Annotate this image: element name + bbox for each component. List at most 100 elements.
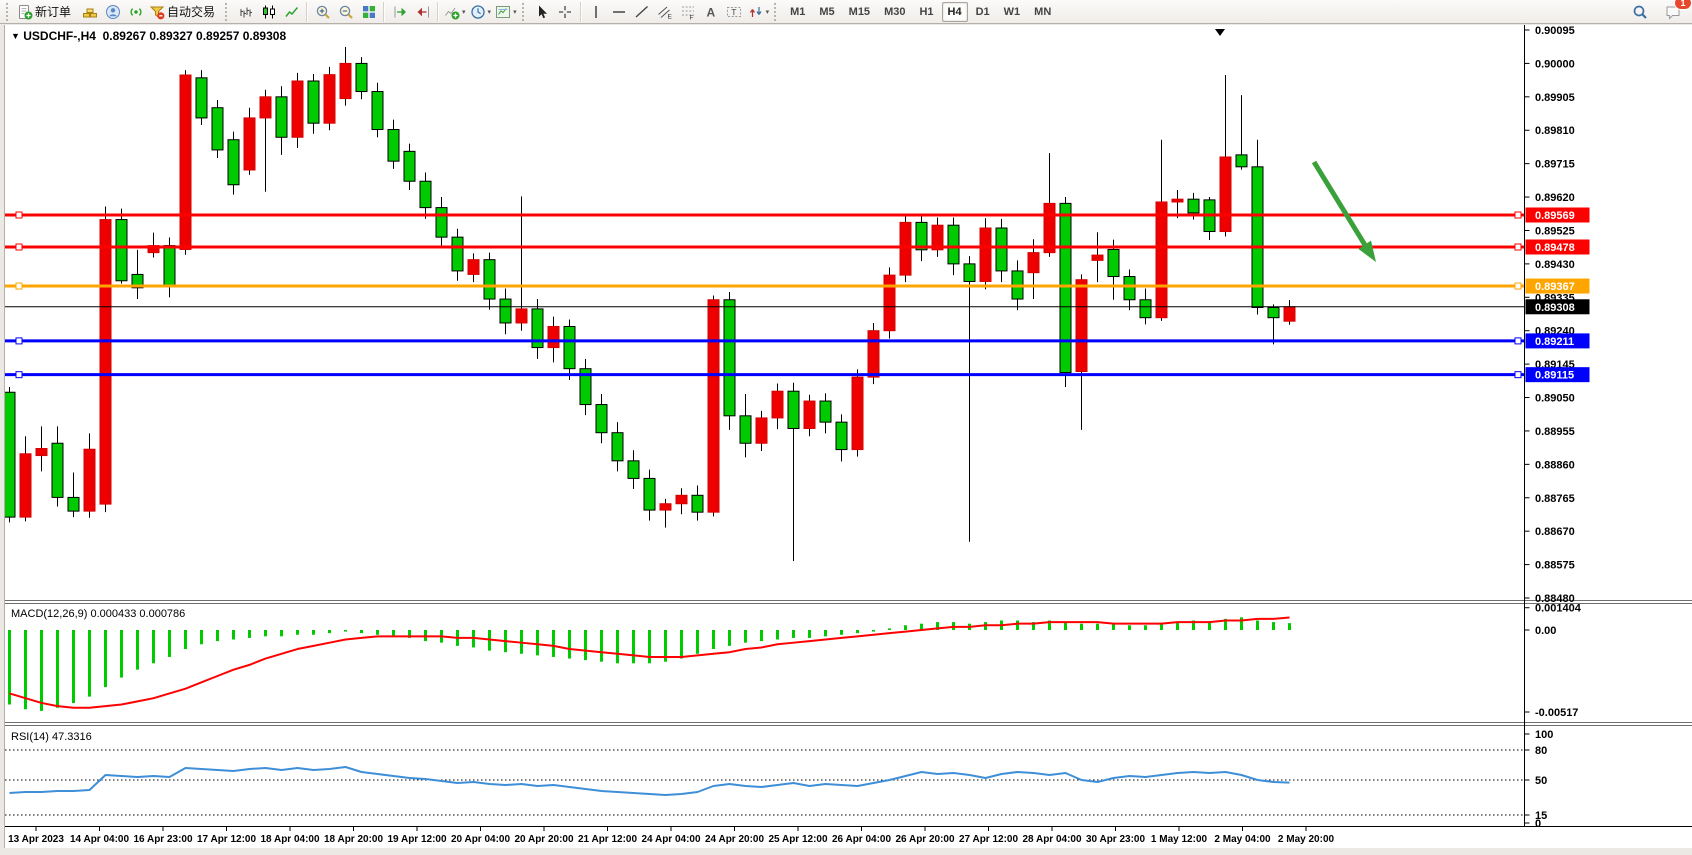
text-label-button[interactable]: T	[723, 1, 746, 22]
templates-button[interactable]: ▾	[493, 1, 519, 22]
dropdown-caret-icon: ▾	[488, 8, 492, 16]
toolbar-grip[interactable]	[774, 3, 780, 21]
bear-candle-body	[372, 92, 383, 130]
hline-handle[interactable]	[16, 212, 22, 218]
vertical-line-button[interactable]	[585, 1, 608, 22]
bear-candle-body	[52, 443, 63, 497]
chart-background	[5, 25, 1692, 848]
bar-chart-button[interactable]	[234, 1, 257, 22]
timeframe-MN[interactable]: MN	[1028, 2, 1057, 22]
toolbar-separator	[306, 2, 308, 22]
signal-button[interactable]	[124, 1, 147, 22]
fibonacci-button[interactable]: F	[677, 1, 700, 22]
bull-candle-body	[1092, 255, 1103, 260]
clock-icon	[470, 4, 486, 20]
cursor-icon	[534, 4, 550, 20]
hline-handle[interactable]	[1515, 338, 1521, 344]
candle	[196, 70, 207, 125]
autotrading-icon	[149, 4, 165, 20]
time-tick-label: 30 Apr 23:00	[1086, 834, 1146, 845]
bear-candle-body	[964, 264, 975, 282]
hline-handle[interactable]	[1515, 372, 1521, 378]
crosshair-icon	[557, 4, 573, 20]
bull-candle-body	[244, 118, 255, 170]
candle	[244, 108, 255, 175]
svg-text:E: E	[668, 13, 673, 20]
hline-handle[interactable]	[1515, 212, 1521, 218]
time-tick-label: 2 May 04:00	[1214, 834, 1271, 845]
bear-candle-body	[436, 208, 447, 238]
bull-candle-body	[340, 63, 351, 98]
add-indicator-button[interactable]: ▾	[442, 1, 468, 22]
toolbar-grip[interactable]	[225, 3, 231, 21]
bear-candle-body	[1060, 203, 1071, 372]
add-indicator-icon	[444, 4, 460, 20]
rsi-tick-label: 100	[1535, 729, 1553, 741]
bull-candle-body	[1284, 307, 1295, 321]
chart-window[interactable]: 0.900950.900000.899050.898100.897150.896…	[4, 25, 1692, 848]
trendline-button[interactable]	[631, 1, 654, 22]
hline-handle[interactable]	[16, 244, 22, 250]
line-chart-button[interactable]	[280, 1, 303, 22]
autotrading-button[interactable]: 自动交易	[147, 1, 222, 22]
bear-candle-body	[308, 81, 319, 123]
dropdown-caret-icon: ▾	[462, 8, 466, 16]
arrows-tool-button[interactable]: ▾	[746, 1, 772, 22]
timeframe-M5[interactable]: M5	[813, 2, 840, 22]
equidistant-channel-button[interactable]: E	[654, 1, 677, 22]
timeframe-W1[interactable]: W1	[998, 2, 1027, 22]
candle	[212, 100, 223, 158]
bull-candle-body	[804, 401, 815, 428]
zoom-out-button[interactable]	[334, 1, 357, 22]
toolbar-separator	[437, 2, 439, 22]
bear-candle-body	[948, 225, 959, 264]
time-tick-label: 13 Apr 2023	[8, 834, 64, 845]
gold-bars-button[interactable]	[78, 1, 101, 22]
price-tick-label: 0.89430	[1535, 259, 1575, 271]
candle-chart-button[interactable]	[257, 1, 280, 22]
hline-handle[interactable]	[16, 338, 22, 344]
toolbar-grip[interactable]	[6, 3, 12, 21]
bear-candle-body	[1140, 300, 1151, 318]
chart-shift-icon	[415, 4, 431, 20]
timeframe-H4[interactable]: H4	[942, 2, 968, 22]
timeframe-M1[interactable]: M1	[784, 2, 811, 22]
tile-windows-button[interactable]	[357, 1, 380, 22]
macd-tick-label: -0.00517	[1535, 707, 1578, 719]
periods-button[interactable]: ▾	[468, 1, 494, 22]
candle	[724, 292, 735, 430]
scroll-to-end-button[interactable]	[388, 1, 411, 22]
chart-shift-button[interactable]	[411, 1, 434, 22]
bear-candle-body	[484, 260, 495, 299]
bear-candle-body	[564, 326, 575, 368]
bear-candle-body	[596, 405, 607, 433]
hline-handle[interactable]	[1515, 283, 1521, 289]
hline-handle[interactable]	[1515, 244, 1521, 250]
price-tick-label: 0.88670	[1535, 526, 1575, 538]
bear-candle-body	[612, 433, 623, 461]
hline-handle[interactable]	[16, 283, 22, 289]
trendline-icon	[634, 4, 650, 20]
bear-candle-body	[628, 461, 639, 479]
text-tool-button[interactable]: A	[700, 1, 723, 22]
bear-candle-body	[1268, 307, 1279, 317]
bull-candle-body	[1044, 203, 1055, 252]
search-button[interactable]	[1628, 1, 1651, 22]
timeframe-H1[interactable]: H1	[913, 2, 939, 22]
cursor-button[interactable]	[531, 1, 554, 22]
zoom-in-button[interactable]	[311, 1, 334, 22]
profile-button[interactable]	[101, 1, 124, 22]
horizontal-line-button[interactable]	[608, 1, 631, 22]
toolbar-grip[interactable]	[522, 3, 528, 21]
new-order-button[interactable]: 新订单	[15, 1, 78, 22]
crosshair-button[interactable]	[554, 1, 577, 22]
hline-handle[interactable]	[16, 372, 22, 378]
bear-candle-body	[1188, 199, 1199, 213]
chart-canvas[interactable]: 0.900950.900000.899050.898100.897150.896…	[5, 25, 1692, 848]
timeframe-M15[interactable]: M15	[843, 2, 876, 22]
toolbar-separator	[580, 2, 582, 22]
price-badge-0.89211: 0.89211	[1526, 333, 1590, 348]
timeframe-D1[interactable]: D1	[970, 2, 996, 22]
timeframe-M30[interactable]: M30	[878, 2, 911, 22]
bear-candle-body	[5, 392, 15, 517]
